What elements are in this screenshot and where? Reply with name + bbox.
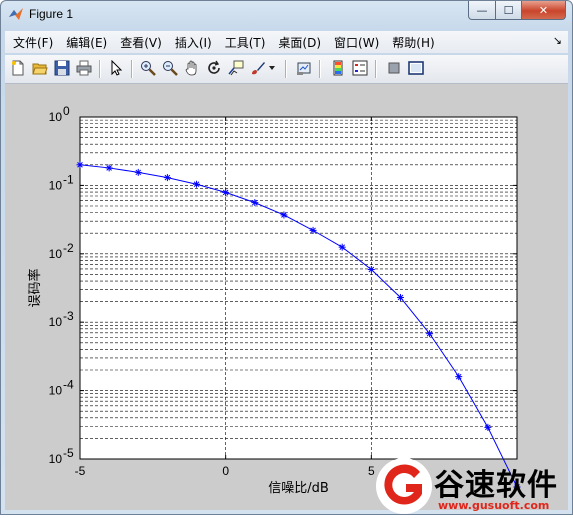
toolbar-separator xyxy=(99,60,101,78)
y-tick-label: 10 xyxy=(49,384,63,398)
data-point-marker xyxy=(134,168,142,176)
y-tick-label: 10 xyxy=(49,110,63,124)
plot-area xyxy=(80,117,517,459)
watermark-brand: 谷速软件 xyxy=(434,468,558,503)
figure-window: Figure 1 — ☐ ✕ 文件(F) 编辑(E) 查看(V) 插入(I) 工… xyxy=(0,0,573,515)
title-bar[interactable]: Figure 1 — ☐ ✕ xyxy=(1,1,572,29)
open-file-icon[interactable] xyxy=(31,59,49,77)
x-tick-label: -5 xyxy=(75,464,86,478)
rotate-3d-icon[interactable] xyxy=(205,59,223,77)
window-title: Figure 1 xyxy=(29,7,74,21)
minimize-button[interactable]: — xyxy=(468,1,496,20)
menu-desktop[interactable]: 桌面(D) xyxy=(278,34,321,51)
data-point-marker xyxy=(105,164,113,172)
y-tick-label: 10 xyxy=(49,452,63,466)
select-arrow-icon[interactable] xyxy=(107,59,125,77)
zoom-in-icon[interactable] xyxy=(139,59,157,77)
new-figure-icon[interactable] xyxy=(9,59,27,77)
data-point-marker xyxy=(222,188,230,196)
menu-window[interactable]: 窗口(W) xyxy=(334,34,379,51)
x-tick-label: 0 xyxy=(222,464,229,478)
y-axis-label: 误码率 xyxy=(27,268,43,307)
save-icon[interactable] xyxy=(53,59,71,77)
menu-help[interactable]: 帮助(H) xyxy=(392,34,434,51)
print-icon[interactable] xyxy=(75,59,93,77)
brush-dropdown-icon[interactable] xyxy=(267,59,277,77)
toolbar-separator xyxy=(285,60,287,78)
data-cursor-icon[interactable] xyxy=(227,59,245,77)
toolbar-separator xyxy=(131,60,133,78)
pan-hand-icon[interactable] xyxy=(183,59,201,77)
y-tick-exponent: -3 xyxy=(63,309,74,323)
menu-bar: 文件(F) 编辑(E) 查看(V) 插入(I) 工具(T) 桌面(D) 窗口(W… xyxy=(5,31,568,53)
y-tick-exponent: -4 xyxy=(63,378,74,392)
menu-tools[interactable]: 工具(T) xyxy=(225,34,266,51)
y-tick-label: 10 xyxy=(49,315,63,329)
menubar-dock-icon[interactable]: ↘ xyxy=(553,34,562,47)
toolbar-separator xyxy=(319,60,321,78)
menu-edit[interactable]: 编辑(E) xyxy=(66,34,107,51)
maximize-button[interactable]: ☐ xyxy=(496,1,522,20)
x-axis-label: 信噪比/dB xyxy=(268,481,329,496)
legend-icon[interactable] xyxy=(351,59,369,77)
menu-view[interactable]: 查看(V) xyxy=(120,34,162,51)
data-point-marker xyxy=(193,180,201,188)
watermark: 谷速软件 www.gusuoft.com xyxy=(374,456,573,515)
show-plot-tools-icon[interactable] xyxy=(407,59,425,77)
zoom-out-icon[interactable] xyxy=(161,59,179,77)
y-tick-exponent: -1 xyxy=(63,172,74,186)
figure-canvas: -5 0 5 10 -5 10 -4 10 -3 10 -2 10 -1 10 0 信噪比/dB 误码率 xyxy=(5,84,568,510)
close-button[interactable]: ✕ xyxy=(522,1,566,20)
toolbar-separator xyxy=(375,60,377,78)
data-point-marker xyxy=(163,174,171,182)
y-tick-exponent: -5 xyxy=(63,446,74,460)
menu-file[interactable]: 文件(F) xyxy=(13,34,53,51)
ber-plot[interactable]: -5 0 510 -510 -410 -310 -210 -110 0信噪比/dB误码率 xyxy=(5,84,568,509)
data-point-marker xyxy=(484,423,492,431)
y-tick-label: 10 xyxy=(49,178,63,192)
figure-toolbar xyxy=(5,55,568,84)
y-tick-exponent: 0 xyxy=(63,104,70,118)
y-tick-exponent: -2 xyxy=(63,241,74,255)
watermark-url: www.gusuoft.com xyxy=(438,499,550,512)
matlab-logo-icon xyxy=(9,8,23,20)
window-controls: — ☐ ✕ xyxy=(468,1,566,21)
colorbar-icon[interactable] xyxy=(329,59,347,77)
link-plot-icon[interactable] xyxy=(295,59,313,77)
menu-insert[interactable]: 插入(I) xyxy=(175,34,212,51)
brush-icon[interactable] xyxy=(249,59,267,77)
hide-plot-tools-icon[interactable] xyxy=(385,59,403,77)
y-tick-label: 10 xyxy=(49,247,63,261)
